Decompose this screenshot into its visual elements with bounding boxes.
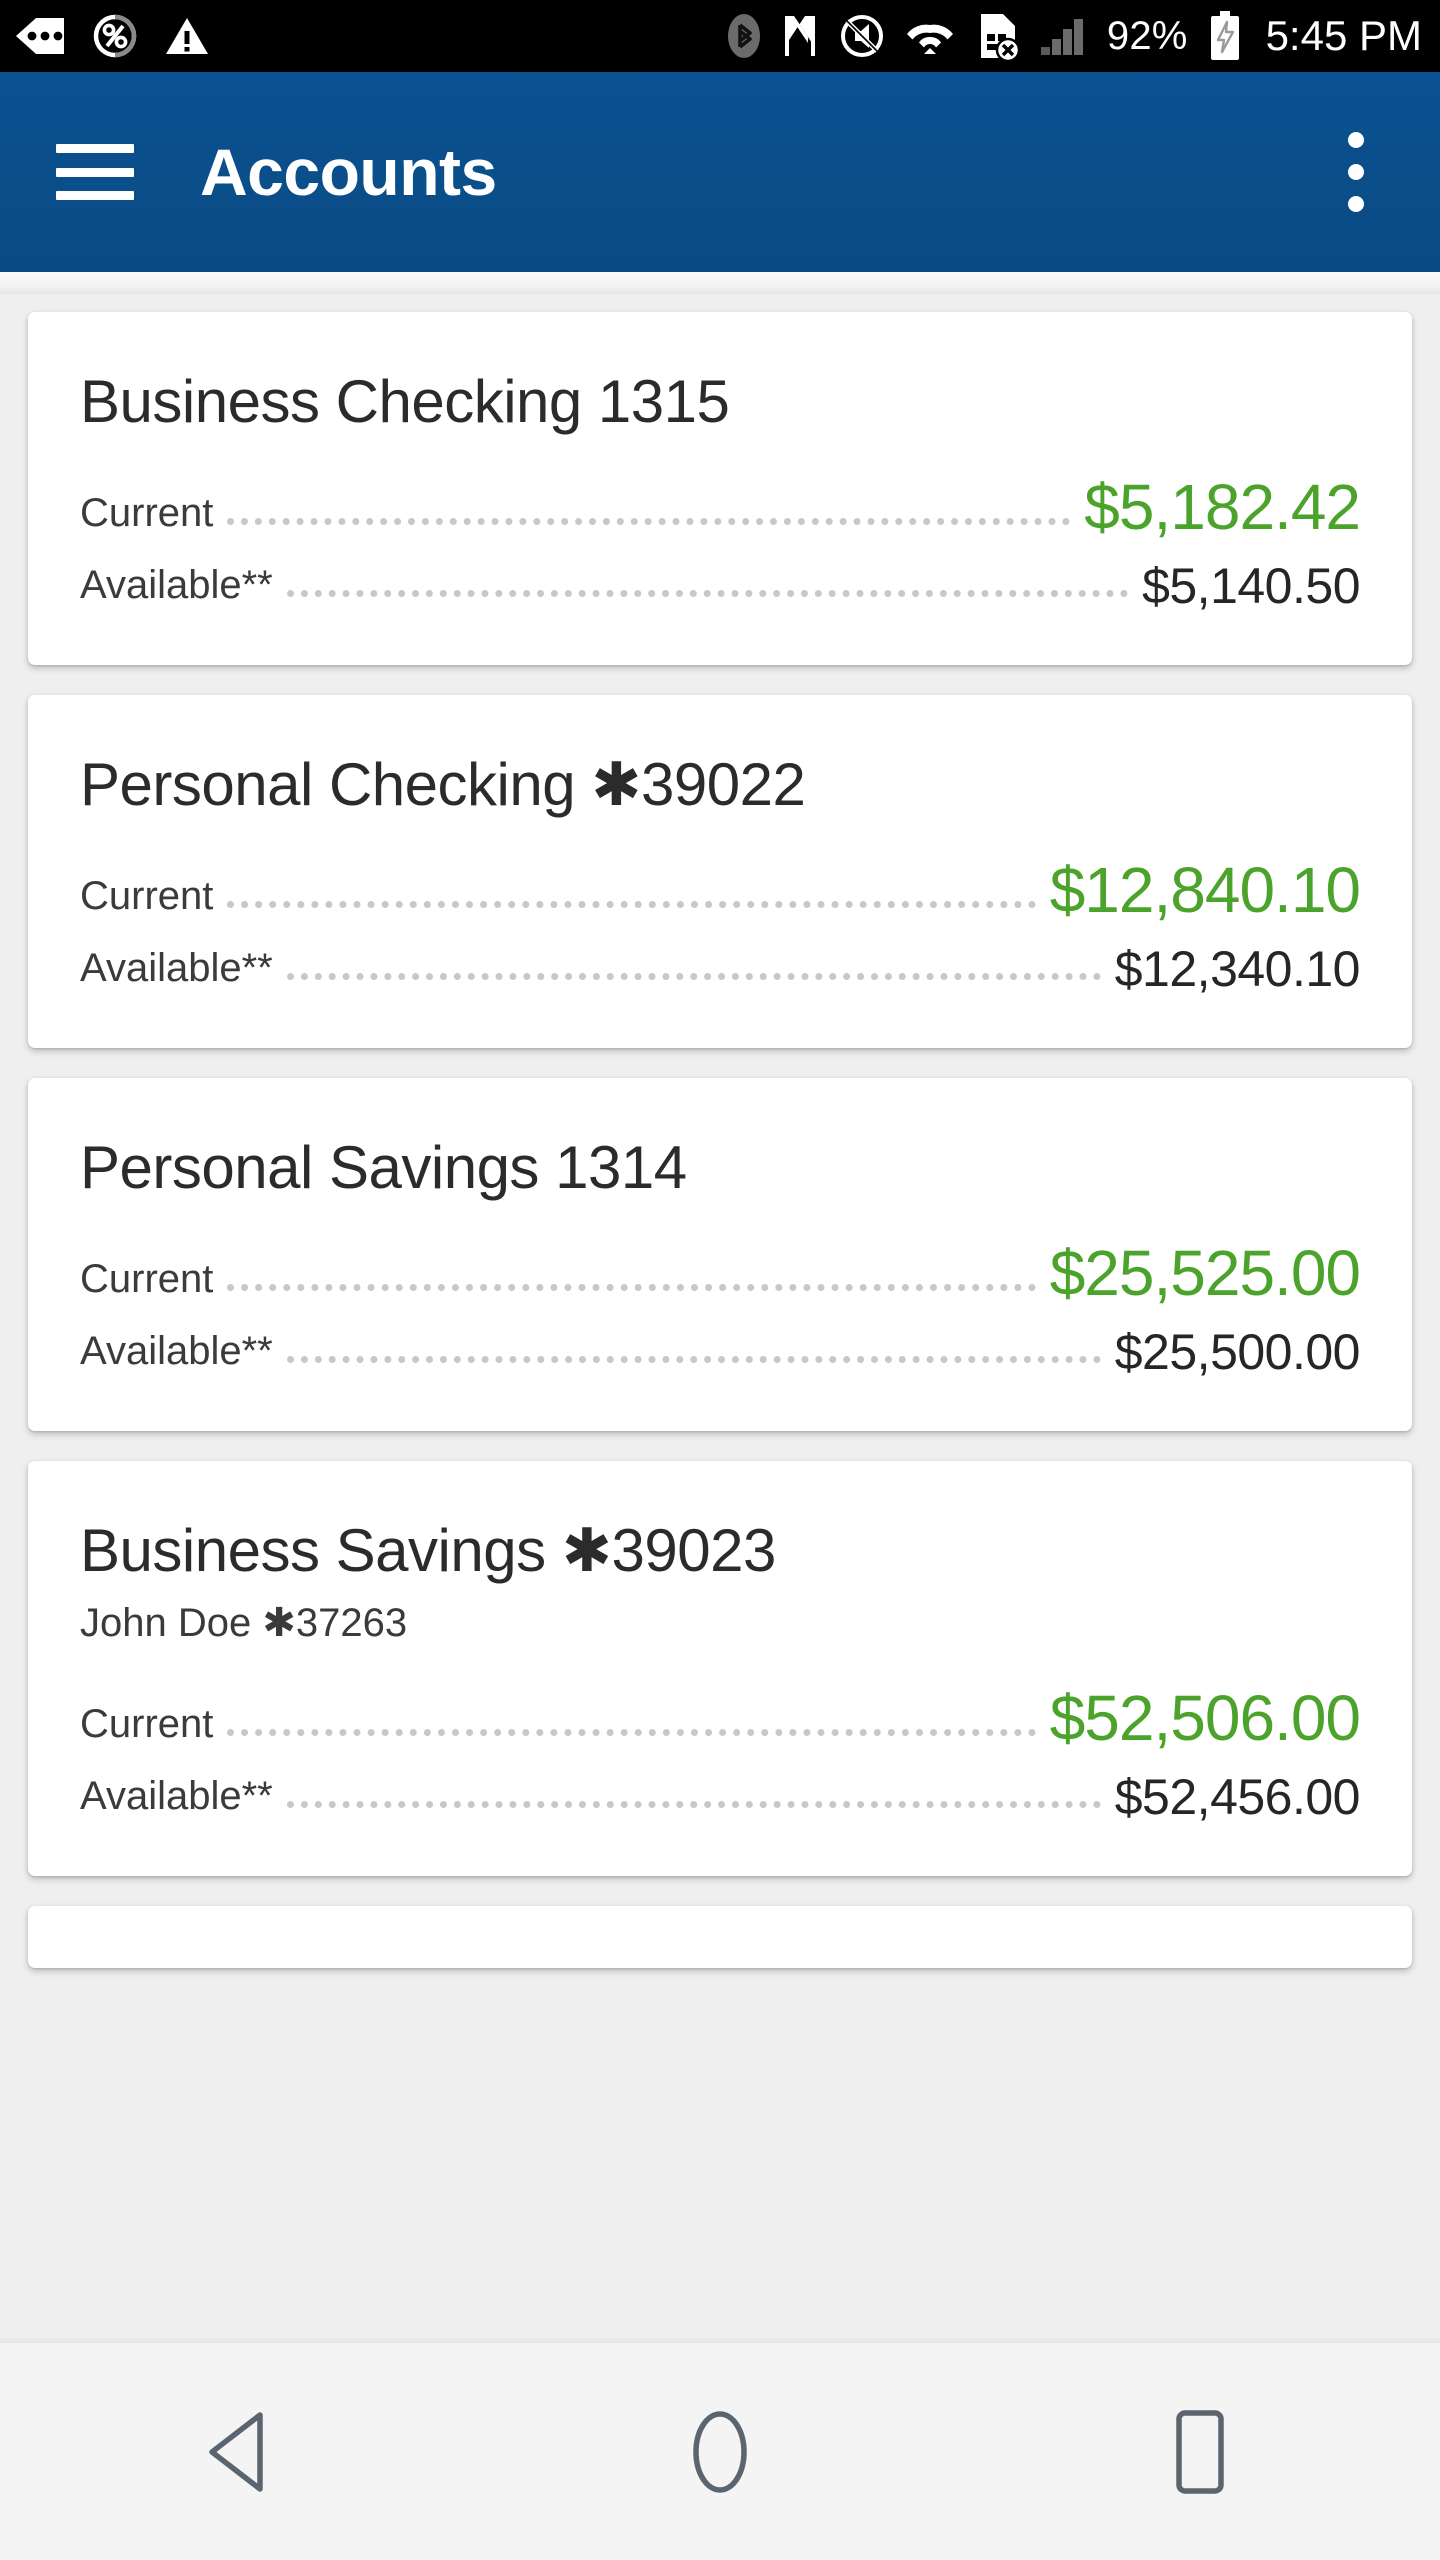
leader-dots bbox=[286, 1356, 1101, 1363]
warning-triangle-icon bbox=[164, 15, 210, 57]
hamburger-menu-icon[interactable] bbox=[56, 144, 134, 200]
account-card-partial[interactable] bbox=[28, 1906, 1412, 1968]
current-value: $12,840.10 bbox=[1049, 854, 1361, 926]
current-balance-row: Current $25,525.00 bbox=[80, 1237, 1361, 1309]
account-owner: John Doe ✱3​7263 bbox=[80, 1601, 408, 1645]
home-button[interactable] bbox=[620, 2372, 820, 2532]
current-balance-row: Current $52,506.00 bbox=[80, 1682, 1361, 1754]
nfc-icon bbox=[781, 13, 819, 59]
wifi-icon bbox=[905, 16, 955, 56]
leader-dots bbox=[286, 1801, 1101, 1808]
app-bar-divider bbox=[0, 272, 1440, 294]
available-value: $12,340.10 bbox=[1114, 941, 1361, 997]
leader-dots bbox=[286, 973, 1101, 980]
system-navigation-bar bbox=[0, 2342, 1440, 2560]
sim-card-error-icon bbox=[975, 12, 1019, 60]
charging-battery-icon bbox=[1208, 10, 1242, 62]
available-label: Available** bbox=[80, 946, 273, 990]
current-value: $52,506.00 bbox=[1049, 1682, 1361, 1754]
current-balance-row: Current $12,840.10 bbox=[80, 854, 1361, 926]
battery-percent-label: 92% bbox=[1106, 14, 1188, 58]
data-saver-percent-icon bbox=[92, 13, 138, 59]
back-button[interactable] bbox=[140, 2372, 340, 2532]
leader-dots bbox=[227, 518, 1071, 525]
current-balance-row: Current $5,182.42 bbox=[80, 471, 1361, 543]
account-card[interactable]: Personal Checking ✱3​9022 Current $12,84… bbox=[28, 695, 1412, 1048]
clock-label: 5:45 PM bbox=[1265, 12, 1422, 59]
available-label: Available** bbox=[80, 1774, 273, 1818]
account-card[interactable]: Business Checking 1315 Current $5,182.42… bbox=[28, 312, 1412, 665]
available-balance-row: Available** $25,500.00 bbox=[80, 1324, 1361, 1380]
balances: Current $52,506.00 Available** $52,456.0… bbox=[80, 1682, 1361, 1825]
current-label: Current bbox=[80, 1257, 214, 1301]
balances: Current $25,525.00 Available** $25,500.0… bbox=[80, 1237, 1361, 1380]
available-value: $52,456.00 bbox=[1114, 1769, 1361, 1825]
account-name: Personal Savings 1314 bbox=[80, 1134, 687, 1201]
available-label: Available** bbox=[80, 1329, 273, 1373]
current-label: Current bbox=[80, 874, 214, 918]
bluetooth-icon bbox=[727, 13, 761, 59]
available-balance-row: Available** $5,140.50 bbox=[80, 561, 1360, 611]
available-label: Available** bbox=[80, 563, 273, 607]
ringer-silent-icon bbox=[839, 13, 885, 59]
available-balance-row: Available** $52,456.00 bbox=[80, 1769, 1361, 1825]
account-card[interactable]: Personal Savings 1314 Current $25,525.00… bbox=[28, 1078, 1412, 1431]
phone-screen: 92% 5:45 PM Accounts Business Checking 1… bbox=[0, 0, 1440, 2560]
available-value: $25,500.00 bbox=[1114, 1324, 1361, 1380]
balances: Current $5,182.42 Available** $5,140.50 bbox=[80, 471, 1361, 611]
leader-dots bbox=[286, 590, 1129, 597]
current-label: Current bbox=[80, 491, 214, 535]
available-balance-row: Available** $12,340.10 bbox=[80, 941, 1361, 997]
available-value: $5,140.50 bbox=[1142, 558, 1360, 614]
leader-dots bbox=[227, 1729, 1036, 1736]
recents-button[interactable] bbox=[1100, 2372, 1300, 2532]
account-card[interactable]: Business Savings ✱3​9023 John Doe ✱3​726… bbox=[28, 1461, 1412, 1876]
app-bar: Accounts bbox=[0, 72, 1440, 272]
page-title: Accounts bbox=[200, 135, 497, 209]
cellular-signal-icon bbox=[1039, 15, 1087, 57]
more-notifications-icon bbox=[14, 16, 66, 56]
current-value: $5,182.42 bbox=[1084, 471, 1361, 543]
account-name: Personal Checking ✱3​9022 bbox=[80, 751, 806, 818]
accounts-scroll-area[interactable]: Business Checking 1315 Current $5,182.42… bbox=[0, 294, 1440, 2342]
account-name: Business Checking 1315 bbox=[80, 368, 730, 435]
overflow-menu-icon[interactable] bbox=[1320, 117, 1392, 227]
status-bar-system-icons: 92% 5:45 PM bbox=[727, 10, 1422, 62]
current-value: $25,525.00 bbox=[1049, 1237, 1361, 1309]
status-bar: 92% 5:45 PM bbox=[0, 0, 1440, 72]
leader-dots bbox=[227, 901, 1036, 908]
leader-dots bbox=[227, 1284, 1036, 1291]
current-label: Current bbox=[80, 1702, 214, 1746]
balances: Current $12,840.10 Available** $12,340.1… bbox=[80, 854, 1361, 997]
account-name: Business Savings ✱3​9023 bbox=[80, 1517, 776, 1584]
status-bar-notification-icons bbox=[14, 13, 210, 59]
